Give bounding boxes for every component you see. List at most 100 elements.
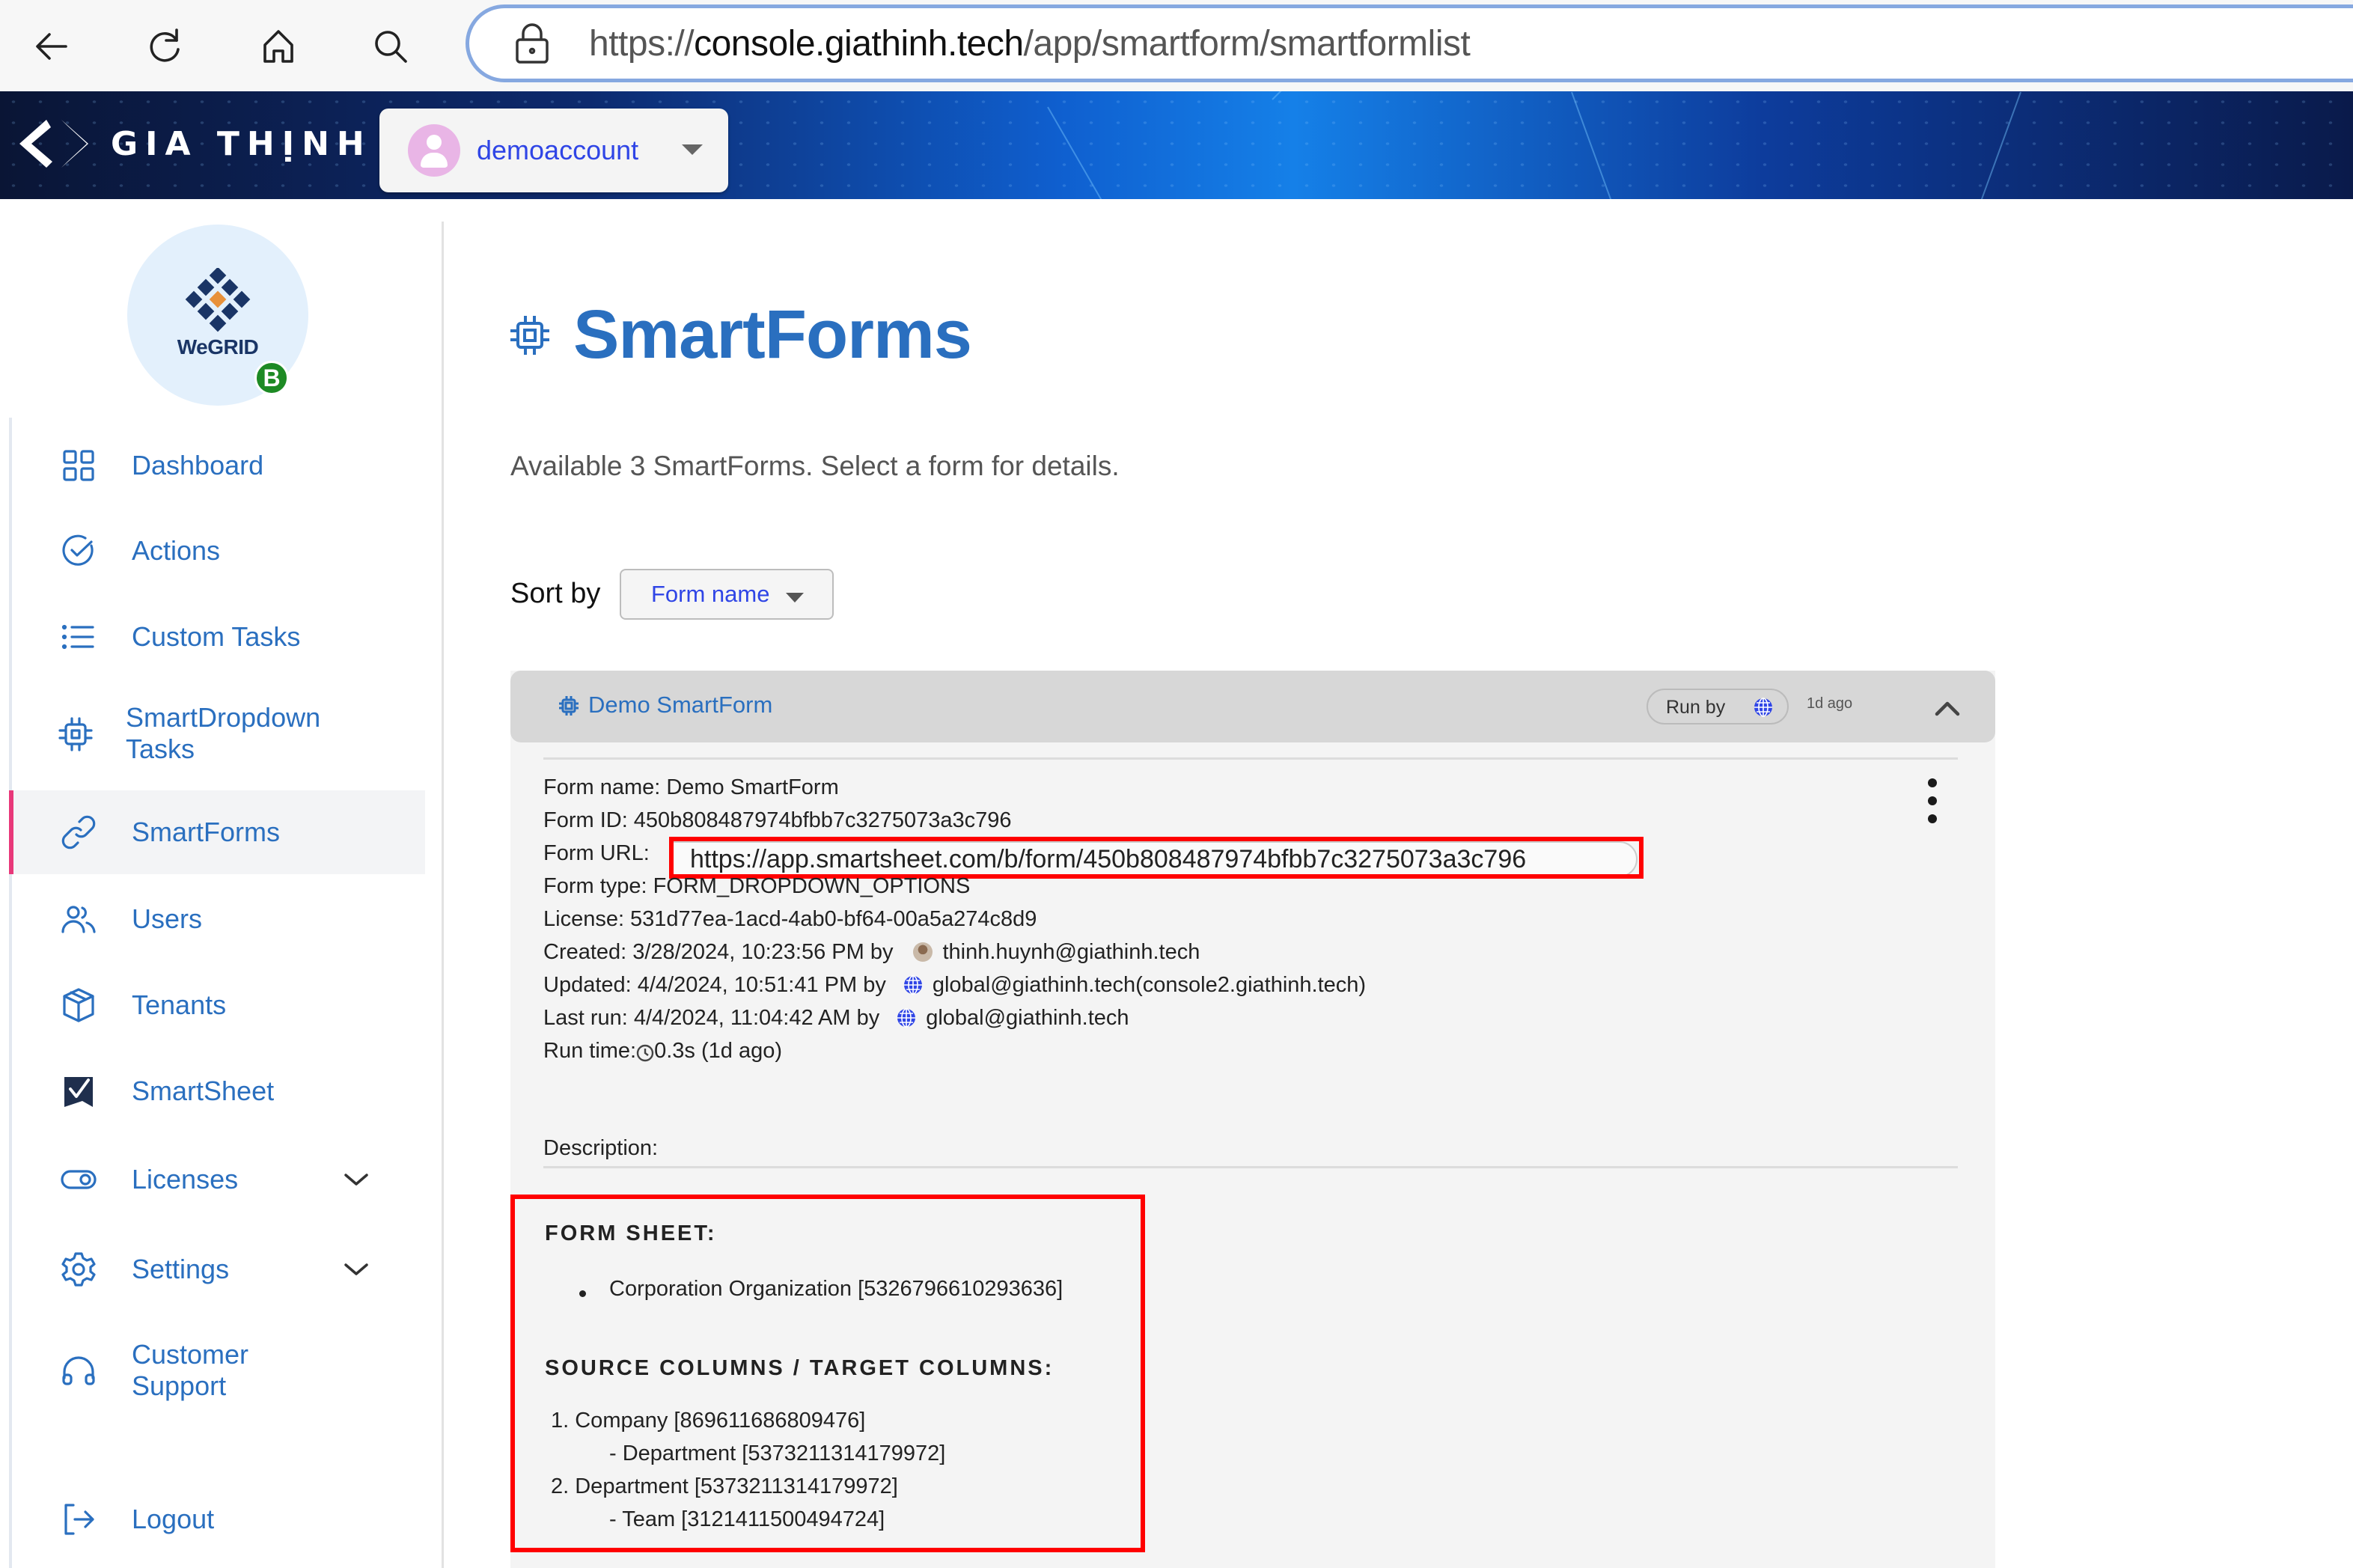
created-by-user[interactable]: thinh.huynh@giathinh.tech: [943, 939, 1200, 965]
gear-icon: [60, 1251, 97, 1288]
sort-select[interactable]: Form name: [620, 569, 834, 620]
last-run-value: 4/4/2024, 11:04:42 AM by: [633, 1006, 880, 1030]
description-highlight-box: FORM SHEET: Corporation Organization [53…: [510, 1195, 1145, 1552]
brand-mark-icon: [19, 120, 88, 168]
form-name-row: Form name: Demo SmartForm: [543, 774, 839, 801]
chip-icon: [558, 695, 579, 717]
sort-label: Sort by: [510, 578, 601, 609]
check-circle-icon: [60, 532, 97, 570]
sidebar-item-label: Custom Tasks: [132, 621, 301, 652]
home-icon: [263, 30, 293, 63]
sidebar-item-actions[interactable]: Actions: [12, 509, 425, 593]
caret-down-icon: [682, 144, 703, 155]
last-run-label: Last run:: [543, 1006, 628, 1030]
sidebar-item-label: Licenses: [132, 1164, 239, 1195]
updated-by-user[interactable]: global@giathinh.tech(console2.giathinh.t…: [933, 971, 1366, 998]
sidebar-item-label: Tasks: [126, 733, 195, 764]
sort-value: Form name: [651, 581, 770, 607]
created-label: Created:: [543, 940, 627, 964]
created-value: 3/28/2024, 10:23:56 PM by: [632, 940, 894, 964]
users-icon: [60, 900, 97, 938]
run-by-label: Run by: [1666, 697, 1726, 718]
url-host: console.giathinh.tech: [694, 23, 1024, 64]
globe-icon: [903, 974, 924, 995]
sidebar-item-custom-tasks[interactable]: Custom Tasks: [12, 595, 425, 679]
tenant-logo-text: WeGRID: [177, 335, 259, 359]
sidebar-item-label: Tenants: [132, 989, 227, 1020]
account-switcher[interactable]: demoaccount: [379, 109, 728, 192]
time-ago: 1d ago: [1807, 695, 1853, 712]
smartform-card: Demo SmartForm Run by 1d ago Form name: …: [510, 671, 1995, 1568]
smartform-card-title: Demo SmartForm: [588, 692, 773, 718]
url-text: https://console.giathinh.tech/app/smartf…: [589, 23, 1471, 64]
updated-row: Updated: 4/4/2024, 10:51:41 PM by global…: [543, 971, 1366, 998]
form-type-value: FORM_DROPDOWN_OPTIONS: [653, 874, 971, 898]
chevron-up-icon[interactable]: [1932, 693, 1962, 723]
search-button[interactable]: [361, 16, 421, 76]
form-name-value: Demo SmartForm: [666, 775, 839, 799]
address-bar[interactable]: https://console.giathinh.tech/app/smartf…: [466, 4, 2353, 82]
license-value: 531d77ea-1acd-4ab0-bf64-00a5a274c8d9: [630, 907, 1037, 931]
run-time-label: Run time:: [543, 1039, 637, 1063]
sidebar-item-label: SmartDropdown: [126, 702, 321, 733]
reload-button[interactable]: [135, 16, 195, 76]
license-row: License: 531d77ea-1acd-4ab0-bf64-00a5a27…: [543, 906, 1037, 933]
sidebar-item-users[interactable]: Users: [12, 877, 425, 961]
headset-icon: [60, 1352, 97, 1390]
account-avatar: [408, 124, 460, 177]
browser-toolbar: https://console.giathinh.tech/app/smartf…: [0, 0, 2353, 91]
sidebar-item-label: Support: [132, 1370, 227, 1401]
sidebar-item-label: Actions: [132, 535, 221, 566]
search-icon: [375, 31, 407, 63]
source-column: 2. Department [5373211314179972]: [551, 1474, 898, 1498]
sidebar-item-label: SmartSheet: [132, 1076, 275, 1106]
updated-value: 4/4/2024, 10:51:41 PM by: [637, 973, 886, 997]
box-icon: [60, 986, 97, 1024]
sidebar-item-label: Dashboard: [132, 450, 264, 481]
sidebar-item-smartsheet[interactable]: SmartSheet: [12, 1049, 425, 1133]
last-run-row: Last run: 4/4/2024, 11:04:42 AM by globa…: [543, 1004, 1129, 1031]
sidebar-item-dashboard[interactable]: Dashboard: [12, 424, 425, 507]
page-subtitle: Available 3 SmartForms. Select a form fo…: [510, 451, 1120, 481]
sidebar-item-smartdropdown-tasks[interactable]: SmartDropdown Tasks: [12, 692, 425, 776]
account-name: demoaccount: [477, 135, 639, 165]
list-icon: [60, 618, 97, 656]
more-options-icon[interactable]: [1917, 775, 1947, 828]
sidebar-item-label: Users: [132, 903, 203, 934]
sidebar-divider: [442, 222, 444, 1568]
smartform-card-header[interactable]: Demo SmartForm Run by 1d ago: [510, 671, 1995, 742]
tenant-badge: B: [254, 361, 289, 395]
lock-icon: [514, 22, 550, 65]
sidebar-item-smartforms[interactable]: SmartForms: [9, 790, 425, 874]
sidebar-item-label: Logout: [132, 1504, 215, 1534]
chevron-down-icon[interactable]: [341, 1165, 371, 1195]
back-button[interactable]: [22, 16, 82, 76]
chip-icon: [509, 311, 551, 359]
target-column: - Team [3121411500494724]: [609, 1507, 885, 1531]
sidebar-item-licenses[interactable]: Licenses: [12, 1138, 425, 1221]
description-label: Description:: [543, 1136, 659, 1160]
form-url-label: Form URL:: [543, 841, 650, 865]
sidebar-item-customer-support[interactable]: Customer Support: [12, 1329, 425, 1413]
form-url-row: Form URL:: [543, 840, 650, 867]
sidebar-item-tenants[interactable]: Tenants: [12, 963, 425, 1047]
divider: [543, 757, 1958, 760]
form-id-label: Form ID:: [543, 808, 628, 832]
url-scheme: https://: [589, 23, 695, 64]
link-icon: [60, 814, 97, 851]
sidebar-item-logout[interactable]: Logout: [12, 1477, 425, 1561]
sidebar-item-settings[interactable]: Settings: [12, 1227, 425, 1311]
logout-icon: [60, 1501, 97, 1538]
home-button[interactable]: [248, 16, 308, 76]
clock-icon: [636, 1042, 654, 1062]
updated-label: Updated:: [543, 973, 632, 997]
globe-icon: [896, 1007, 917, 1028]
bullet: [579, 1290, 586, 1297]
chevron-down-icon[interactable]: [341, 1254, 371, 1284]
form-type-label: Form type:: [543, 874, 647, 898]
last-run-by-user[interactable]: global@giathinh.tech: [926, 1004, 1129, 1031]
run-by-button[interactable]: Run by: [1647, 689, 1789, 724]
brand-logo[interactable]: GIA THỊNH: [9, 114, 372, 174]
created-row: Created: 3/28/2024, 10:23:56 PM by thinh…: [543, 939, 1200, 965]
divider: [543, 1166, 1958, 1168]
